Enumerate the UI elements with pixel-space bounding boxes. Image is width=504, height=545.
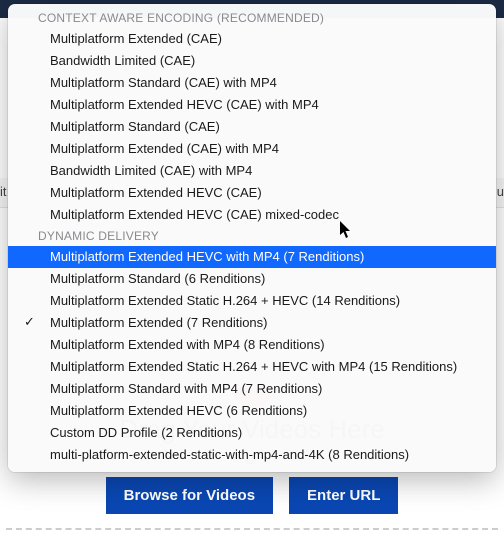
browse-videos-button[interactable]: Browse for Videos (106, 477, 273, 514)
menu-item[interactable]: Multiplatform Extended HEVC (CAE) (8, 182, 496, 204)
menu-item-label: Multiplatform Extended with MP4 (8 Rendi… (50, 337, 325, 352)
menu-item-label: Multiplatform Extended Static H.264 + HE… (50, 359, 457, 374)
menu-item[interactable]: Custom DD Profile (2 Renditions) (8, 422, 496, 444)
menu-item[interactable]: Multiplatform Extended HEVC with MP4 (7 … (8, 246, 496, 268)
menu-item[interactable]: Bandwidth Limited (CAE) with MP4 (8, 160, 496, 182)
menu-item[interactable]: Multiplatform Standard (CAE) with MP4 (8, 72, 496, 94)
menu-item[interactable]: Multiplatform Extended HEVC (CAE) with M… (8, 94, 496, 116)
menu-item-label: Multiplatform Extended (CAE) with MP4 (50, 141, 279, 156)
menu-group-header: CONTEXT AWARE ENCODING (RECOMMENDED) (8, 8, 496, 28)
menu-item-label: Multiplatform Standard (6 Renditions) (50, 271, 265, 286)
menu-item[interactable]: Multiplatform Extended HEVC (CAE) mixed-… (8, 204, 496, 226)
menu-item[interactable]: Multiplatform Extended with MP4 (8 Rendi… (8, 334, 496, 356)
menu-item-label: Multiplatform Extended Static H.264 + HE… (50, 293, 400, 308)
menu-item[interactable]: Multiplatform Extended Static H.264 + HE… (8, 290, 496, 312)
divider-dashed (6, 528, 498, 530)
menu-item[interactable]: Multiplatform Standard with MP4 (7 Rendi… (8, 378, 496, 400)
menu-item-label: Multiplatform Extended HEVC (CAE) mixed-… (50, 207, 339, 222)
partial-tab-left[interactable]: it (0, 184, 7, 199)
menu-item-label: Multiplatform Extended (7 Renditions) (50, 315, 268, 330)
menu-group-header: DYNAMIC DELIVERY (8, 226, 496, 246)
ingest-profile-dropdown[interactable]: CONTEXT AWARE ENCODING (RECOMMENDED) Mult… (8, 4, 496, 472)
menu-item-label: Multiplatform Extended HEVC (CAE) (50, 185, 262, 200)
menu-item-label: Multiplatform Extended HEVC (CAE) with M… (50, 97, 319, 112)
enter-url-button[interactable]: Enter URL (289, 477, 398, 514)
menu-item-label: Custom DD Profile (2 Renditions) (50, 425, 242, 440)
menu-item[interactable]: Bandwidth Limited (CAE) (8, 50, 496, 72)
menu-item[interactable]: multi-platform-extended-static-with-mp4-… (8, 444, 496, 466)
partial-tab-right[interactable]: u (497, 184, 504, 199)
menu-item[interactable]: Multiplatform Extended Static H.264 + HE… (8, 356, 496, 378)
menu-item[interactable]: Multiplatform Extended (CAE) (8, 28, 496, 50)
menu-item-label: Multiplatform Extended HEVC with MP4 (7 … (50, 249, 364, 264)
menu-item[interactable]: Multiplatform Standard (CAE) (8, 116, 496, 138)
menu-item[interactable]: Multiplatform Extended (CAE) with MP4 (8, 138, 496, 160)
upload-button-row: Browse for Videos Enter URL (0, 477, 504, 514)
menu-item-label: Multiplatform Extended HEVC (6 Rendition… (50, 403, 307, 418)
menu-item-label: multi-platform-extended-static-with-mp4-… (50, 447, 409, 462)
menu-item-label: Bandwidth Limited (CAE) (50, 53, 195, 68)
menu-item-label: Bandwidth Limited (CAE) with MP4 (50, 163, 252, 178)
menu-item[interactable]: Multiplatform Extended HEVC (6 Rendition… (8, 400, 496, 422)
menu-item[interactable]: Multiplatform Standard (6 Renditions) (8, 268, 496, 290)
menu-item-label: Multiplatform Standard (CAE) (50, 119, 220, 134)
menu-item[interactable]: ✓ Multiplatform Extended (7 Renditions) (8, 312, 496, 334)
check-icon: ✓ (24, 313, 35, 331)
menu-item-label: Multiplatform Extended (CAE) (50, 31, 222, 46)
menu-item-label: Multiplatform Standard with MP4 (7 Rendi… (50, 381, 322, 396)
menu-item-label: Multiplatform Standard (CAE) with MP4 (50, 75, 277, 90)
